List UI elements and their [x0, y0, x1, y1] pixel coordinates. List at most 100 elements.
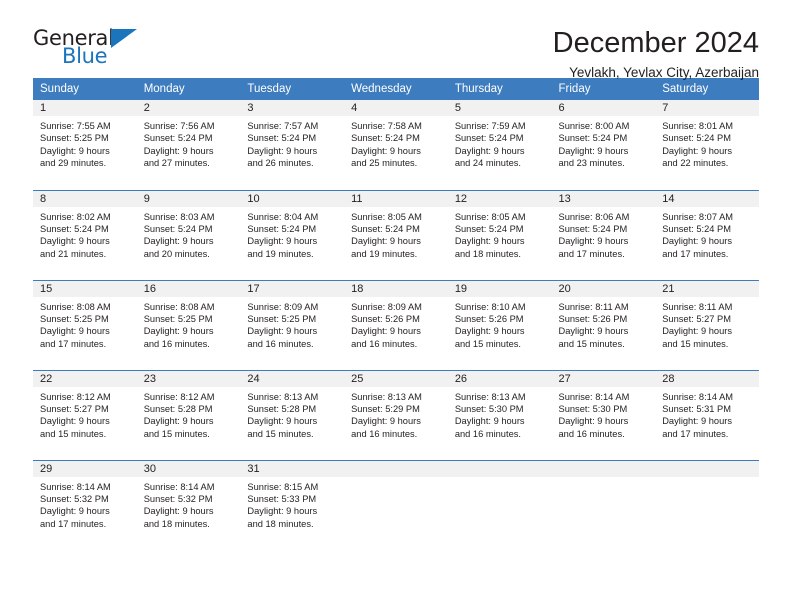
day-details: Sunrise: 8:14 AM Sunset: 5:31 PM Daylight:… — [655, 387, 759, 441]
calendar-day-cell[interactable]: 17 Sunrise: 8:09 AM Sunset: 5:25 PM Dayligh… — [240, 279, 345, 370]
sunrise-text: Sunrise: 8:13 AM — [351, 391, 422, 402]
sunset-text: Sunset: 5:28 PM — [143, 403, 213, 414]
daylight-text-line2: and 16 minutes. — [351, 338, 418, 349]
day-details: Sunrise: 8:02 AM Sunset: 5:24 PM Daylight:… — [33, 207, 137, 261]
calendar-day-cell[interactable]: 30 Sunrise: 8:14 AM Sunset: 5:32 PM Dayligh… — [136, 459, 241, 550]
daylight-text-line1: Daylight: 9 hours — [662, 236, 732, 247]
daylight-text-line1: Daylight: 9 hours — [247, 506, 318, 517]
daylight-text-line1: Daylight: 9 hours — [40, 145, 110, 156]
calendar-day-cell[interactable]: 14 Sunrise: 8:07 AM Sunset: 5:24 PM Dayligh… — [655, 189, 759, 280]
daylight-text-line2: and 27 minutes. — [143, 158, 210, 169]
sunrise-text: Sunrise: 8:11 AM — [662, 301, 733, 312]
calendar-day-cell[interactable]: 31 Sunrise: 8:15 AM Sunset: 5:33 PM Dayligh… — [240, 459, 345, 550]
day-details: Sunrise: 7:57 AM Sunset: 5:24 PM Daylight:… — [240, 116, 344, 170]
sunset-text: Sunset: 5:30 PM — [558, 403, 628, 414]
day-details: Sunrise: 8:05 AM Sunset: 5:24 PM Daylight:… — [448, 207, 552, 261]
calendar-day-cell[interactable]: 10 Sunrise: 8:04 AM Sunset: 5:24 PM Dayligh… — [240, 189, 345, 280]
calendar-day-cell[interactable]: 6 Sunrise: 8:00 AM Sunset: 5:24 PM Daylight… — [551, 100, 656, 190]
daylight-text-line2: and 23 minutes. — [558, 158, 625, 169]
logo-triangle-icon — [111, 29, 137, 48]
day-details: Sunrise: 8:04 AM Sunset: 5:24 PM Daylight:… — [240, 207, 344, 261]
day-number: 29 — [33, 460, 137, 477]
weekday-header-saturday: Saturday — [655, 78, 759, 100]
daylight-text-line1: Daylight: 9 hours — [143, 506, 214, 517]
day-details: Sunrise: 7:55 AM Sunset: 5:25 PM Daylight:… — [33, 116, 137, 170]
calendar-day-cell[interactable]: 24 Sunrise: 8:13 AM Sunset: 5:28 PM Dayligh… — [240, 369, 345, 460]
calendar-day-cell[interactable]: 7 Sunrise: 8:01 AM Sunset: 5:24 PM Daylight… — [655, 100, 759, 190]
day-details: Sunrise: 8:12 AM Sunset: 5:28 PM Daylight:… — [137, 387, 241, 441]
calendar-day-cell[interactable]: 16 Sunrise: 8:08 AM Sunset: 5:25 PM Dayligh… — [136, 279, 241, 370]
daylight-text-line2: and 26 minutes. — [247, 158, 314, 169]
sunrise-text: Sunrise: 8:11 AM — [558, 301, 629, 312]
daylight-text-line2: and 19 minutes. — [351, 248, 418, 259]
day-details: Sunrise: 8:11 AM Sunset: 5:27 PM Daylight:… — [655, 297, 759, 351]
calendar-day-cell[interactable]: 28 Sunrise: 8:14 AM Sunset: 5:31 PM Dayligh… — [655, 369, 759, 460]
calendar-day-cell[interactable]: 1 Sunrise: 7:55 AM Sunset: 5:25 PM Daylight… — [33, 100, 137, 190]
daylight-text-line1: Daylight: 9 hours — [454, 326, 525, 337]
calendar-day-cell[interactable]: 23 Sunrise: 8:12 AM Sunset: 5:28 PM Dayligh… — [136, 369, 241, 460]
daylight-text-line1: Daylight: 9 hours — [143, 416, 214, 427]
daylight-text-line2: and 16 minutes. — [558, 428, 625, 439]
sunrise-text: Sunrise: 7:56 AM — [143, 121, 215, 131]
day-number: 4 — [344, 100, 448, 116]
sunrise-text: Sunrise: 8:03 AM — [143, 211, 215, 222]
daylight-text-line1: Daylight: 9 hours — [351, 416, 421, 427]
daylight-text-line1: Daylight: 9 hours — [247, 416, 318, 427]
calendar-day-cell[interactable]: 21 Sunrise: 8:11 AM Sunset: 5:27 PM Dayligh… — [655, 279, 759, 370]
sunset-text: Sunset: 5:24 PM — [454, 223, 524, 234]
daylight-text-line1: Daylight: 9 hours — [662, 145, 732, 156]
day-details: Sunrise: 8:00 AM Sunset: 5:24 PM Daylight:… — [552, 116, 656, 170]
calendar-day-cell[interactable]: 27 Sunrise: 8:14 AM Sunset: 5:30 PM Dayligh… — [551, 369, 656, 460]
daylight-text-line1: Daylight: 9 hours — [143, 326, 214, 337]
calendar-day-cell[interactable]: 25 Sunrise: 8:13 AM Sunset: 5:29 PM Dayligh… — [344, 369, 448, 460]
sunset-text: Sunset: 5:29 PM — [351, 403, 420, 414]
calendar-day-cell[interactable]: 9 Sunrise: 8:03 AM Sunset: 5:24 PM Daylight… — [136, 189, 241, 280]
sunset-text: Sunset: 5:30 PM — [454, 403, 524, 414]
daylight-text-line2: and 21 minutes. — [40, 248, 107, 259]
calendar-day-cell[interactable]: 29 Sunrise: 8:14 AM Sunset: 5:32 PM Dayligh… — [33, 459, 137, 550]
sunrise-text: Sunrise: 7:59 AM — [454, 121, 526, 131]
calendar-day-cell[interactable]: 4 Sunrise: 7:58 AM Sunset: 5:24 PM Daylight… — [344, 100, 448, 190]
daylight-text-line1: Daylight: 9 hours — [247, 145, 318, 156]
calendar-day-cell[interactable]: 22 Sunrise: 8:12 AM Sunset: 5:27 PM Dayligh… — [33, 369, 137, 460]
calendar-day-cell[interactable]: 2 Sunrise: 7:56 AM Sunset: 5:24 PM Daylight… — [136, 100, 241, 190]
sunrise-text: Sunrise: 8:02 AM — [40, 211, 111, 222]
sunrise-text: Sunrise: 8:14 AM — [662, 391, 734, 402]
sunset-text: Sunset: 5:24 PM — [247, 223, 317, 234]
sunset-text: Sunset: 5:24 PM — [247, 133, 317, 144]
logo-text-blue: Blue — [62, 44, 108, 68]
calendar-day-cell[interactable]: 3 Sunrise: 7:57 AM Sunset: 5:24 PM Daylight… — [240, 100, 345, 190]
day-number: 10 — [240, 190, 345, 207]
calendar-day-cell[interactable]: 19 Sunrise: 8:10 AM Sunset: 5:26 PM Dayligh… — [447, 279, 552, 370]
daylight-text-line2: and 15 minutes. — [558, 338, 625, 349]
calendar-day-cell[interactable]: 15 Sunrise: 8:08 AM Sunset: 5:25 PM Dayligh… — [33, 279, 137, 370]
day-details: Sunrise: 8:13 AM Sunset: 5:29 PM Daylight:… — [344, 387, 448, 441]
daylight-text-line1: Daylight: 9 hours — [558, 416, 629, 427]
sunrise-text: Sunrise: 8:14 AM — [143, 481, 215, 492]
sunset-text: Sunset: 5:27 PM — [40, 403, 109, 414]
sunset-text: Sunset: 5:28 PM — [247, 403, 317, 414]
calendar-page: General Blue December 2024 Yevlakh, Yevl… — [0, 0, 792, 612]
calendar-day-cell[interactable]: 13 Sunrise: 8:06 AM Sunset: 5:24 PM Dayligh… — [551, 189, 656, 280]
daylight-text-line2: and 18 minutes. — [247, 518, 314, 529]
daylight-text-line1: Daylight: 9 hours — [558, 236, 629, 247]
calendar-day-cell[interactable]: 20 Sunrise: 8:11 AM Sunset: 5:26 PM Dayligh… — [551, 279, 656, 370]
daylight-text-line1: Daylight: 9 hours — [351, 326, 421, 337]
calendar-day-cell[interactable]: 18 Sunrise: 8:09 AM Sunset: 5:26 PM Dayligh… — [344, 279, 448, 370]
daylight-text-line2: and 17 minutes. — [40, 518, 107, 529]
generalblue-logo[interactable]: General Blue — [33, 28, 163, 74]
calendar-day-cell[interactable]: 12 Sunrise: 8:05 AM Sunset: 5:24 PM Dayligh… — [447, 189, 552, 280]
calendar-day-cell[interactable]: 26 Sunrise: 8:13 AM Sunset: 5:30 PM Dayligh… — [447, 369, 552, 460]
day-number: 3 — [240, 100, 345, 116]
daylight-text-line2: and 19 minutes. — [247, 248, 314, 259]
day-number: 9 — [136, 190, 241, 207]
day-details: Sunrise: 8:01 AM Sunset: 5:24 PM Daylight:… — [655, 116, 759, 170]
calendar-day-cell[interactable]: 5 Sunrise: 7:59 AM Sunset: 5:24 PM Daylight… — [447, 100, 552, 190]
calendar-day-cell[interactable]: 11 Sunrise: 8:05 AM Sunset: 5:24 PM Dayligh… — [344, 189, 448, 280]
day-number: 24 — [240, 370, 345, 387]
daylight-text-line1: Daylight: 9 hours — [351, 236, 421, 247]
daylight-text-line2: and 16 minutes. — [454, 428, 521, 439]
calendar-day-cell[interactable]: 8 Sunrise: 8:02 AM Sunset: 5:24 PM Daylight… — [33, 189, 137, 280]
sunset-text: Sunset: 5:24 PM — [454, 133, 524, 144]
daylight-text-line1: Daylight: 9 hours — [558, 145, 629, 156]
